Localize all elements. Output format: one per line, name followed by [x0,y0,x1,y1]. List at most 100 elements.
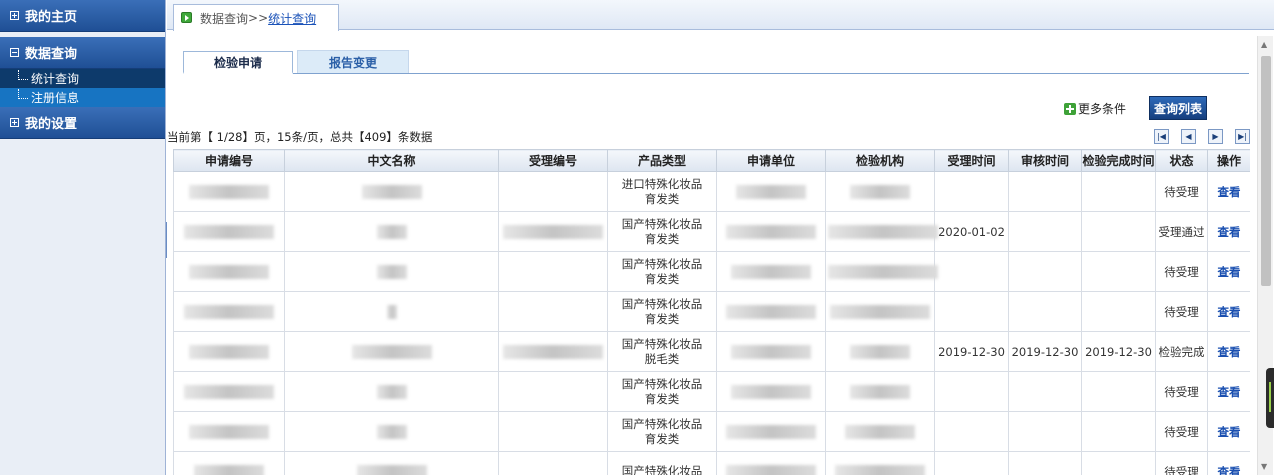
scrollbar-thumb[interactable] [1261,56,1271,286]
product-type-line2: 育发类 [644,311,680,326]
sidebar-item-register-label: 注册信息 [31,91,80,105]
view-link-text[interactable]: 查看 [1218,425,1241,439]
cell-cn-name [284,451,499,475]
table-row: 国产特殊化妆品 育发类 待受理 查看 [173,371,1250,412]
col-header[interactable]: 状态 [1155,149,1208,172]
col-header[interactable]: 申请单位 [716,149,826,172]
col-header[interactable]: 申请编号 [173,149,285,172]
cell-accept-no [498,291,608,332]
product-type-line2: 育发类 [644,191,680,206]
view-link[interactable]: 查看 [1207,411,1250,452]
breadcrumb-parent: 数据查询 [200,11,249,26]
view-link[interactable]: 查看 [1207,171,1250,212]
view-link-text[interactable]: 查看 [1218,385,1241,399]
next-page-icon[interactable]: ▶ [1208,129,1223,144]
cell-done-time [1081,371,1156,412]
query-list-button[interactable]: 查询列表 [1149,96,1207,120]
redacted-block [850,384,910,399]
col-header[interactable]: 受理编号 [498,149,608,172]
product-type-line1: 国产特殊化妆品 [621,376,703,391]
table-row: 国产特殊化妆品 育发类 待受理 查看 [173,251,1250,292]
view-link[interactable]: 查看 [1207,371,1250,412]
cell-inspection-org [825,371,935,412]
cell-done-time [1081,251,1156,292]
redacted-block [731,344,811,359]
cell-apply-no [173,211,285,252]
results-table-wrap: 申请编号 中文名称 受理编号 产品类型 申请单位 检验机构 受理时间 审核时间 … [173,149,1250,475]
cell-cn-name [284,411,499,452]
prev-page-icon[interactable]: ◀ [1181,129,1196,144]
redacted-block [386,304,397,319]
floating-side-widget[interactable] [1266,368,1274,428]
view-link[interactable]: 查看 [1207,291,1250,332]
view-link[interactable]: 查看 [1207,331,1250,372]
last-page-icon[interactable]: ▶| [1235,129,1250,144]
col-header[interactable]: 中文名称 [284,149,499,172]
view-link[interactable]: 查看 [1207,251,1250,292]
nav-settings[interactable]: 我的设置 [0,107,165,139]
cell-product-type: 国产特殊化妆品 育发类 [607,251,717,292]
nav-data-query[interactable]: 数据查询 [0,37,165,69]
view-link-text[interactable]: 查看 [1218,305,1241,319]
more-conditions-button[interactable]: 更多条件 [1064,100,1126,117]
product-type-line1: 国产特殊化妆品 [621,216,703,231]
col-header[interactable]: 产品类型 [607,149,717,172]
cell-status-text: 待受理 [1164,304,1199,319]
tree-line-icon [18,88,28,99]
tab-inspection-apply[interactable]: 检验申请 [183,51,293,74]
view-link-text[interactable]: 查看 [1218,465,1241,475]
first-page-icon[interactable]: |◀ [1154,129,1169,144]
table-row: 国产特殊化妆品 育发类 待受理 查看 [173,291,1250,332]
view-link-text[interactable]: 查看 [1218,185,1241,199]
sidebar-item-stats[interactable]: 统计查询 [0,69,165,88]
view-link-text[interactable]: 查看 [1218,345,1241,359]
product-type-line1: 国产特殊化妆品 [621,296,703,311]
col-header[interactable]: 检验机构 [825,149,935,172]
cell-done-time [1081,291,1156,332]
collapse-icon [10,48,19,57]
nav-home[interactable]: 我的主页 [0,0,165,32]
cell-applicant [716,451,826,475]
cell-applicant [716,171,826,212]
scroll-up-icon[interactable]: ▲ [1261,40,1267,49]
cell-accept-time [934,451,1009,475]
view-link-text[interactable]: 查看 [1218,265,1241,279]
cell-status: 待受理 [1155,291,1208,332]
product-type-line2: 育发类 [644,391,680,406]
table-row: 进口特殊化妆品 育发类 待受理 查看 [173,171,1250,212]
breadcrumb-current[interactable]: 统计查询 [268,10,316,27]
col-header[interactable]: 操作 [1207,149,1250,172]
expand-icon [10,11,19,20]
cell-product-type: 国产特殊化妆品 育发类 [607,371,717,412]
redacted-block [189,264,269,279]
redacted-block [356,464,427,475]
cell-cn-name [284,211,499,252]
expand-icon [10,118,19,127]
col-header[interactable]: 检验完成时间 [1081,149,1156,172]
cell-review-time [1008,371,1082,412]
col-header[interactable]: 审核时间 [1008,149,1082,172]
breadcrumb-separator: >> [248,11,269,25]
cell-accept-time [934,371,1009,412]
cell-cn-name [284,171,499,212]
sidebar-item-register[interactable]: 注册信息 [0,88,165,107]
redacted-block [189,424,269,439]
view-link-text[interactable]: 查看 [1218,225,1241,239]
page-summary: 当前第【 1/28】页，15条/页，总共【409】条数据 [167,130,433,144]
cell-applicant [716,411,826,452]
cell-inspection-org [825,291,935,332]
add-icon [1064,102,1076,115]
cell-cn-name [284,251,499,292]
redacted-block [731,264,811,279]
view-link[interactable]: 查看 [1207,211,1250,252]
nav-settings-label: 我的设置 [25,117,78,132]
cell-status-text: 检验完成 [1158,344,1205,359]
scroll-down-icon[interactable]: ▼ [1261,462,1267,471]
view-link[interactable]: 查看 [1207,451,1250,475]
redacted-block [726,304,816,319]
table-row: 国产特殊化妆品 育发类 待受理 查看 [173,411,1250,452]
redacted-block [726,464,816,475]
col-header[interactable]: 受理时间 [934,149,1009,172]
tab-report-change[interactable]: 报告变更 [297,50,409,73]
cell-status-text: 待受理 [1164,424,1199,439]
